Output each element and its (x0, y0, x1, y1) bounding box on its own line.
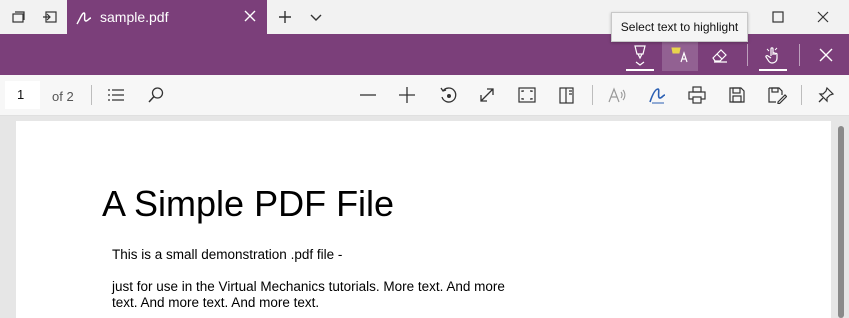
expand-diagonal-icon (480, 88, 494, 102)
touch-hand-icon (765, 46, 778, 64)
minus-icon (360, 94, 376, 96)
document-paragraph-line: just for use in the Virtual Mechanics tu… (112, 279, 505, 294)
save-icon (729, 87, 745, 103)
close-icon (244, 10, 256, 22)
document-paragraph: This is a small demonstration .pdf file … (112, 247, 343, 262)
tab-preview-button[interactable] (302, 0, 330, 34)
maximize-icon (772, 11, 784, 23)
document-viewport: A Simple PDF File This is a small demons… (0, 116, 849, 318)
page-view-button[interactable] (551, 81, 583, 109)
eraser-icon (712, 48, 727, 63)
pdf-page: A Simple PDF File This is a small demons… (16, 121, 831, 318)
toolbar-separator (801, 85, 802, 105)
search-button[interactable] (140, 81, 172, 109)
toolbar-separator (91, 85, 92, 105)
toolbar-separator (592, 85, 593, 105)
rotate-button[interactable] (432, 81, 464, 109)
pin-icon (818, 86, 835, 103)
rotate-icon (440, 87, 457, 103)
new-tab-button[interactable] (270, 0, 300, 34)
page-view-icon (559, 87, 574, 104)
set-tabs-aside-button[interactable] (34, 0, 66, 34)
toolbar-separator (747, 44, 748, 66)
plus-icon (279, 11, 291, 23)
read-aloud-button[interactable] (601, 81, 633, 109)
table-of-contents-button[interactable] (100, 81, 132, 109)
save-as-icon (768, 87, 787, 104)
zoom-in-button[interactable] (391, 81, 423, 109)
close-tab-button[interactable] (243, 9, 257, 28)
print-button[interactable] (681, 81, 713, 109)
printer-icon (688, 86, 706, 104)
pdf-ink-icon (75, 9, 93, 32)
tabs-icon (12, 11, 25, 23)
page-total: of 2 (52, 89, 74, 104)
eraser-button[interactable] (702, 38, 738, 71)
document-paragraph-line: text. And more text. And more text. (112, 295, 320, 310)
touch-active-indicator (759, 69, 787, 71)
close-icon (817, 11, 829, 23)
chevron-down-icon (310, 14, 322, 21)
ink-pen-icon (649, 88, 666, 104)
tab-list-button[interactable] (0, 0, 36, 34)
save-button[interactable] (721, 81, 753, 109)
highlight-text-icon (671, 47, 688, 62)
toolbar-separator (799, 44, 800, 66)
document-title: A Simple PDF File (102, 183, 395, 224)
close-window-button[interactable] (803, 0, 843, 34)
close-icon (819, 48, 833, 61)
tab-sample-pdf[interactable]: sample.pdf (67, 0, 267, 34)
tooltip: Select text to highlight (611, 12, 748, 42)
reader-toolbar: 1 of 2 (0, 75, 849, 116)
plus-icon (399, 87, 415, 103)
fit-to-width-button[interactable] (471, 81, 503, 109)
close-ink-toolbar-button[interactable] (808, 38, 844, 71)
highlight-text-button[interactable] (662, 38, 698, 71)
tab-title: sample.pdf (100, 9, 169, 25)
vertical-scrollbar[interactable] (838, 126, 844, 318)
draw-button[interactable] (641, 81, 673, 109)
tabs-aside-icon (43, 11, 57, 23)
selected-tool-indicator (626, 69, 654, 71)
save-as-button[interactable] (761, 81, 793, 109)
read-aloud-icon (608, 87, 626, 103)
touch-writing-button[interactable] (755, 38, 791, 71)
maximize-button[interactable] (758, 0, 798, 34)
search-icon (148, 87, 164, 103)
pin-toolbar-button[interactable] (810, 81, 842, 109)
fit-to-page-button[interactable] (511, 81, 543, 109)
zoom-out-button[interactable] (352, 81, 384, 109)
fit-page-icon (518, 87, 536, 103)
highlighter-button[interactable] (622, 38, 658, 71)
list-icon (108, 89, 124, 101)
page-number-input[interactable]: 1 (5, 81, 40, 109)
highlighter-pen-icon (634, 44, 646, 66)
